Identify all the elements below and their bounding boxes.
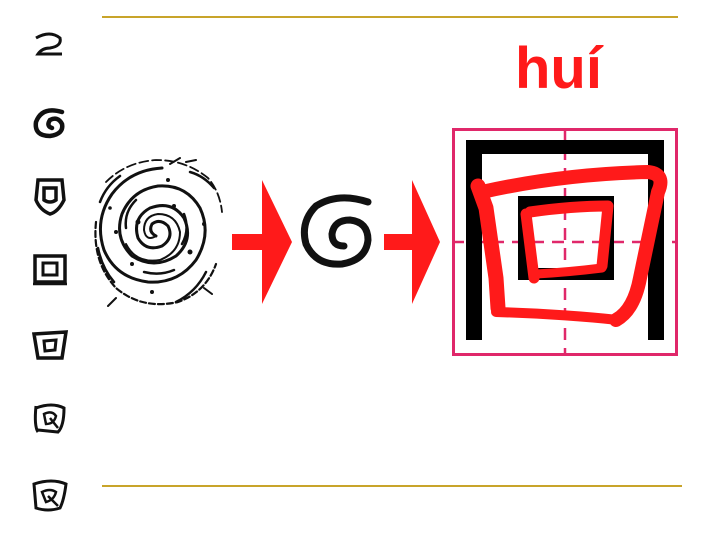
glyph-bronze	[34, 178, 66, 216]
whirlpool-image	[94, 157, 223, 307]
character-hui	[452, 128, 678, 356]
pinyin-label: huí	[515, 36, 602, 101]
glyph-clerical	[31, 330, 69, 360]
spiral-glyph	[300, 194, 372, 268]
arrow-right-icon	[232, 180, 292, 304]
glyph-seal	[33, 254, 67, 286]
arrow-right-icon	[384, 180, 440, 304]
top-rule	[102, 16, 678, 18]
glyph-oracle-2	[33, 108, 65, 139]
glyph-cursive-1	[33, 403, 66, 434]
glyph-oracle-1	[35, 32, 62, 56]
glyph-cursive-2	[32, 479, 68, 512]
bottom-rule	[102, 485, 682, 487]
